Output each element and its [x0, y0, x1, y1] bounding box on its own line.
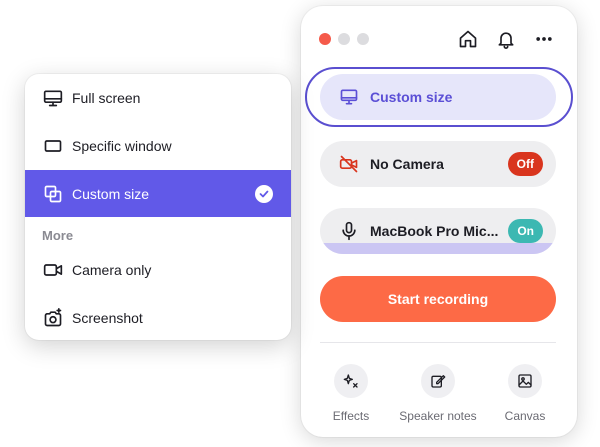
menu-item-custom-size[interactable]: Custom size: [25, 170, 291, 217]
divider: [320, 342, 556, 343]
menu-item-label: Full screen: [72, 89, 141, 106]
microphone-status-badge[interactable]: On: [508, 219, 543, 243]
speaker-notes-label: Speaker notes: [399, 409, 477, 423]
menu-item-label: Specific window: [72, 137, 172, 154]
canvas-label: Canvas: [504, 409, 546, 423]
bell-icon[interactable]: [495, 28, 517, 50]
camera-selector-button[interactable]: No Camera Off: [320, 141, 556, 187]
screenshot-camera-icon: [42, 307, 64, 329]
home-icon[interactable]: [457, 28, 479, 50]
camera-label: No Camera: [370, 156, 444, 172]
sparkle-icon: [334, 364, 368, 398]
effects-label: Effects: [332, 409, 370, 423]
camera-off-icon: [338, 153, 360, 175]
custom-size-icon: [42, 183, 64, 205]
menu-item-label: Screenshot: [72, 309, 143, 326]
window-controls: [319, 33, 369, 45]
maximize-window-button[interactable]: [357, 33, 369, 45]
video-camera-icon: [42, 259, 64, 281]
menu-item-camera-only[interactable]: Camera only: [25, 246, 291, 293]
monitor-icon: [338, 86, 360, 108]
window-icon: [42, 135, 64, 157]
image-icon: [508, 364, 542, 398]
edit-icon: [421, 364, 455, 398]
top-toolbar: [457, 28, 555, 50]
menu-item-specific-window[interactable]: Specific window: [25, 122, 291, 169]
source-menu: Full screen Specific window Custom size …: [25, 74, 291, 340]
menu-item-label: Custom size: [72, 185, 150, 202]
checkmark-icon: [255, 184, 273, 203]
microphone-level-meter: [320, 243, 556, 254]
menu-item-screenshot[interactable]: Screenshot: [25, 294, 291, 340]
monitor-icon: [42, 87, 64, 109]
speaker-notes-button[interactable]: Speaker notes: [393, 364, 483, 423]
canvas-button[interactable]: Canvas: [480, 364, 570, 423]
microphone-icon: [338, 220, 360, 242]
more-section-label: More: [42, 228, 74, 243]
microphone-selector-button[interactable]: MacBook Pro Mic... On: [320, 208, 556, 254]
start-recording-button[interactable]: Start recording: [320, 276, 556, 322]
menu-item-label: Camera only: [72, 261, 152, 278]
source-selector-button[interactable]: Custom size: [320, 74, 556, 120]
microphone-label: MacBook Pro Mic...: [370, 223, 499, 239]
minimize-window-button[interactable]: [338, 33, 350, 45]
camera-status-badge[interactable]: Off: [507, 152, 543, 176]
close-window-button[interactable]: [319, 33, 331, 45]
effects-button[interactable]: Effects: [306, 364, 396, 423]
more-icon[interactable]: [533, 28, 555, 50]
recorder-panel: Custom size No Camera Off MacBook Pro Mi…: [301, 6, 577, 437]
menu-item-full-screen[interactable]: Full screen: [25, 74, 291, 121]
source-label: Custom size: [370, 89, 453, 105]
